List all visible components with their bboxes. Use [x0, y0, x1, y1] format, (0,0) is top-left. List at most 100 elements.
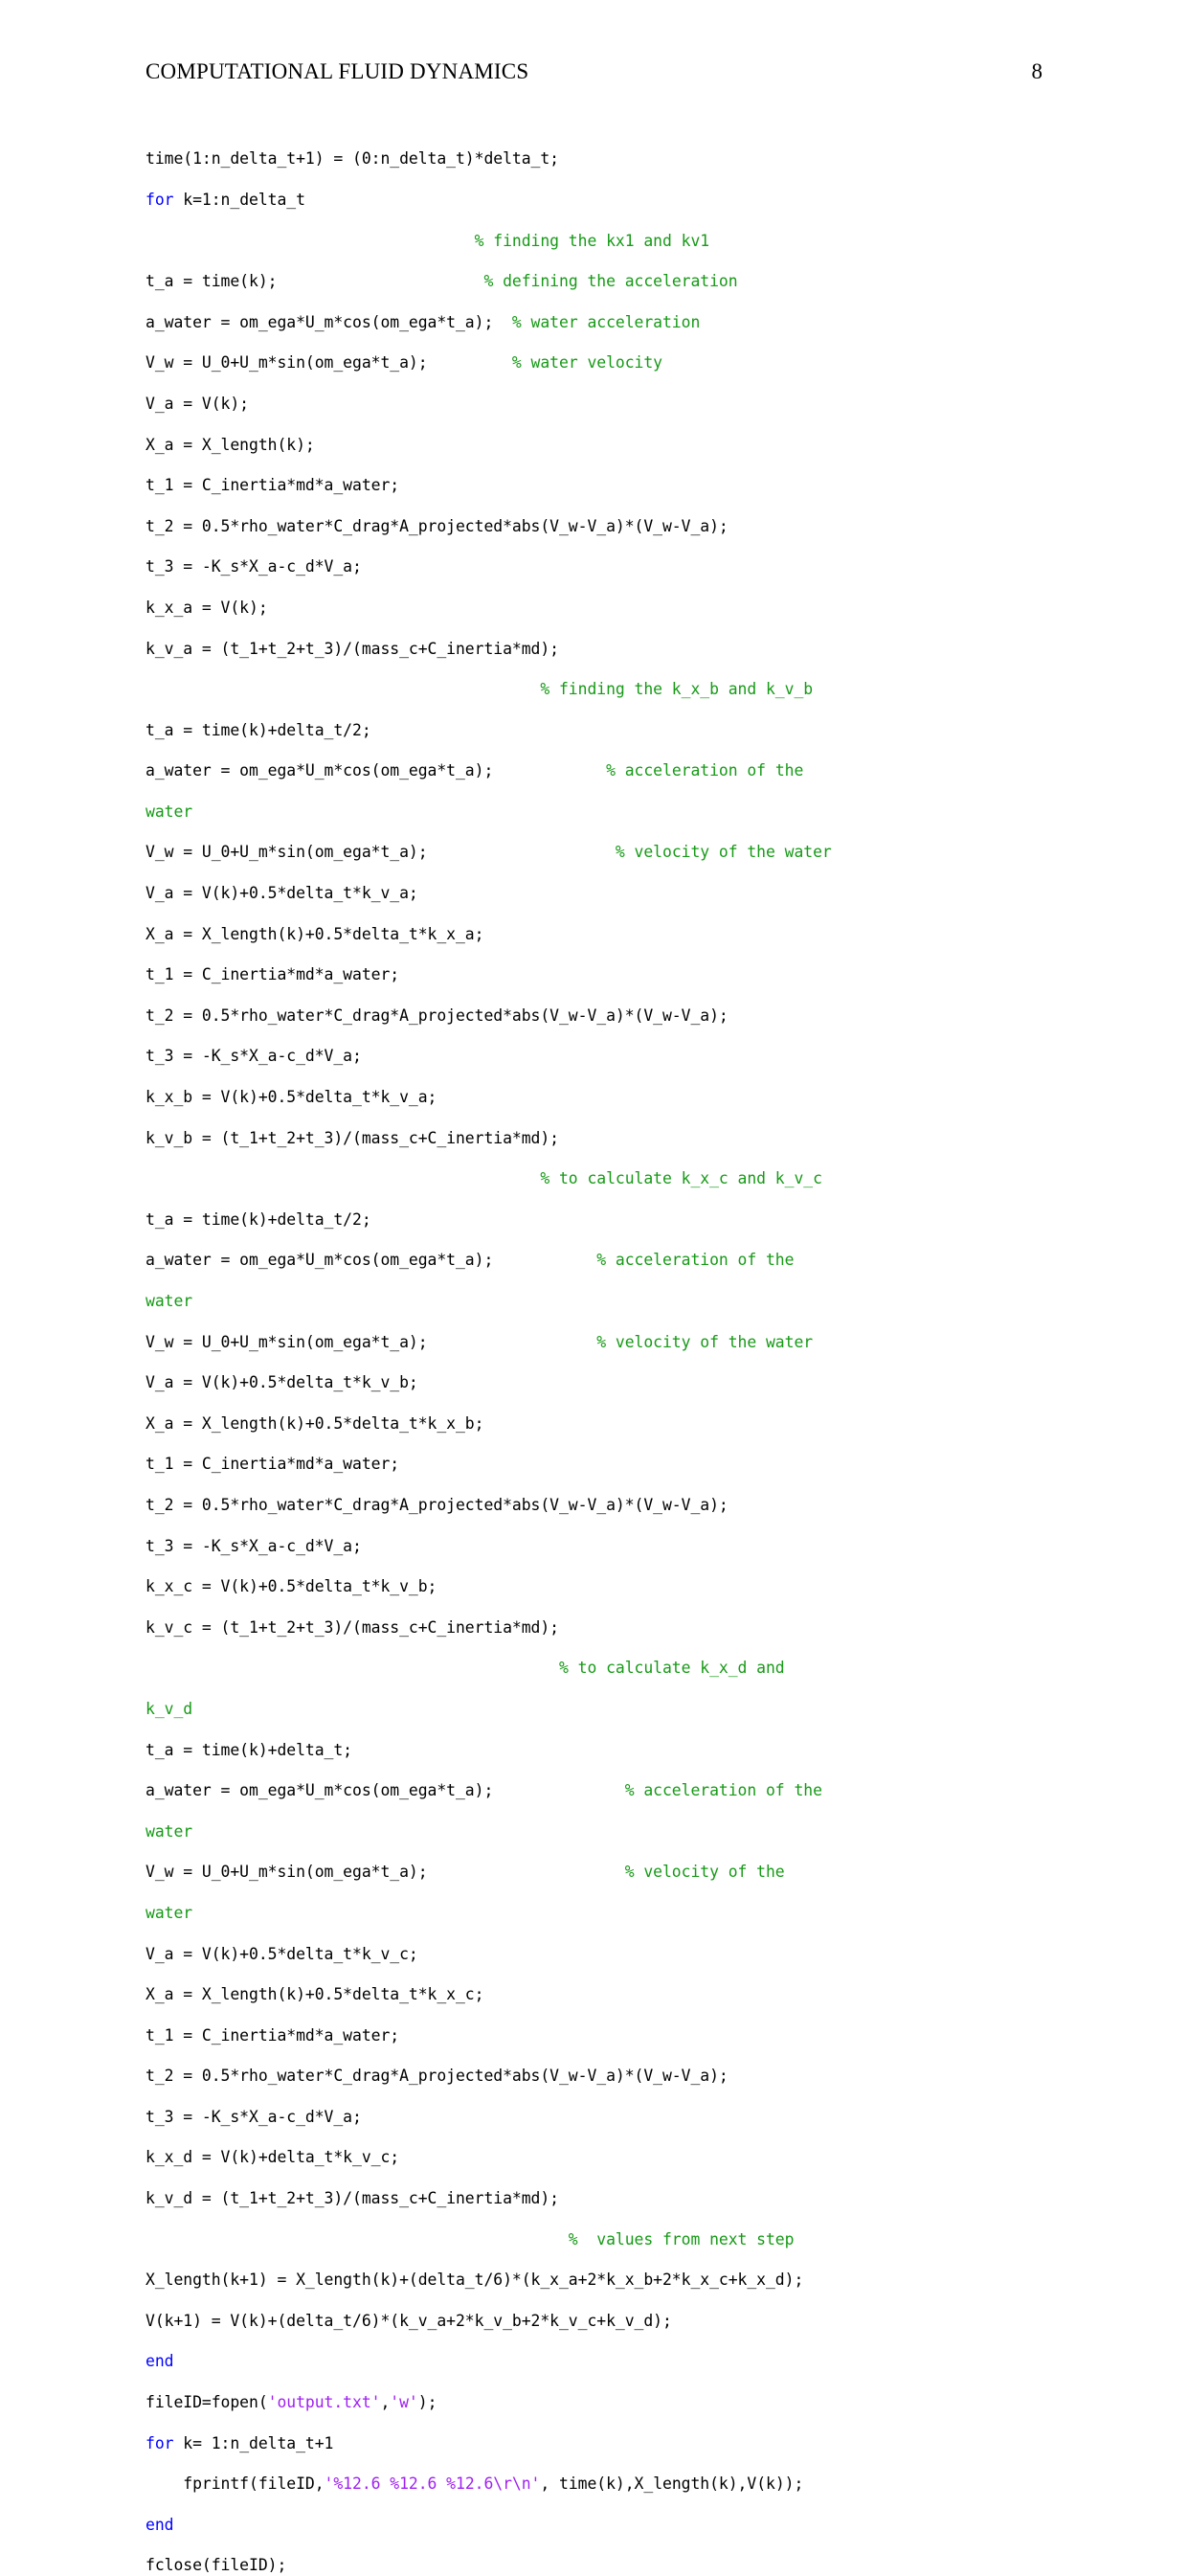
code-line: V_w = U_0+U_m*sin(om_ega*t_a); % velocit… [146, 1862, 1103, 1882]
code-line: t_2 = 0.5*rho_water*C_drag*A_projected*a… [146, 1006, 1103, 1026]
code-line: V_a = V(k)+0.5*delta_t*k_v_b; [146, 1372, 1103, 1392]
code-line: t_1 = C_inertia*md*a_water; [146, 475, 1103, 495]
code-line: a_water = om_ega*U_m*cos(om_ega*t_a); % … [146, 1250, 1103, 1270]
code-line: k_v_c = (t_1+t_2+t_3)/(mass_c+C_inertia*… [146, 1617, 1103, 1638]
code-token-cmt: % defining the acceleration [483, 272, 738, 291]
code-token-cmt: % to calculate k_x_d and [146, 1659, 785, 1678]
code-token-plain: k_x_d = V(k)+delta_t*k_v_c; [146, 2148, 400, 2167]
code-token-plain: k=1:n_delta_t [173, 190, 305, 209]
code-token-plain: t_2 = 0.5*rho_water*C_drag*A_projected*a… [146, 516, 728, 535]
code-token-plain: V_w = U_0+U_m*sin(om_ega*t_a); [146, 843, 616, 862]
code-line: t_2 = 0.5*rho_water*C_drag*A_projected*a… [146, 516, 1103, 536]
code-token-plain: X_length(k+1) = X_length(k)+(delta_t/6)*… [146, 2271, 804, 2290]
code-token-plain: t_a = time(k)+delta_t/2; [146, 720, 371, 739]
code-line: k_v_b = (t_1+t_2+t_3)/(mass_c+C_inertia*… [146, 1128, 1103, 1148]
code-line: water [146, 1291, 1103, 1311]
code-token-cmt: % finding the kx1 and kv1 [146, 231, 710, 250]
code-line: V_w = U_0+U_m*sin(om_ega*t_a); % velocit… [146, 1332, 1103, 1352]
code-line: V(k+1) = V(k)+(delta_t/6)*(k_v_a+2*k_v_b… [146, 2311, 1103, 2331]
code-token-plain: X_a = X_length(k); [146, 435, 315, 454]
code-line: k_v_a = (t_1+t_2+t_3)/(mass_c+C_inertia*… [146, 639, 1103, 659]
code-line: k_v_d [146, 1699, 1103, 1719]
code-line: % finding the kx1 and kv1 [146, 231, 1103, 251]
code-line: % to calculate k_x_c and k_v_c [146, 1168, 1103, 1188]
code-line: X_a = X_length(k)+0.5*delta_t*k_x_a; [146, 924, 1103, 944]
code-token-plain: V_a = V(k); [146, 394, 249, 413]
code-token-plain: X_a = X_length(k)+0.5*delta_t*k_x_b; [146, 1413, 484, 1433]
code-token-plain: V_a = V(k)+0.5*delta_t*k_v_c; [146, 1944, 418, 1963]
code-token-plain: t_1 = C_inertia*md*a_water; [146, 476, 400, 495]
code-token-plain: t_3 = -K_s*X_a-c_d*V_a; [146, 557, 362, 576]
document-page: COMPUTATIONAL FLUID DYNAMICS 8 time(1:n_… [0, 0, 1188, 2574]
code-line: water [146, 802, 1103, 822]
code-token-cmt: % water velocity [511, 353, 662, 373]
code-token-plain: k_v_d = (t_1+t_2+t_3)/(mass_c+C_inertia*… [146, 2189, 559, 2208]
code-token-plain: t_2 = 0.5*rho_water*C_drag*A_projected*a… [146, 1495, 728, 1514]
code-line: water [146, 1903, 1103, 1923]
code-token-plain: k_v_b = (t_1+t_2+t_3)/(mass_c+C_inertia*… [146, 1128, 559, 1147]
code-line: % to calculate k_x_d and [146, 1658, 1103, 1678]
code-line: a_water = om_ega*U_m*cos(om_ega*t_a); % … [146, 312, 1103, 332]
code-token-cmt: % acceleration of the [596, 1251, 795, 1270]
code-token-cmt: % acceleration of the [606, 761, 804, 780]
code-line: k_x_c = V(k)+0.5*delta_t*k_v_b; [146, 1576, 1103, 1596]
code-line: time(1:n_delta_t+1) = (0:n_delta_t)*delt… [146, 148, 1103, 169]
code-line: t_3 = -K_s*X_a-c_d*V_a; [146, 1046, 1103, 1066]
code-token-cmt: % velocity of the water [596, 1332, 814, 1351]
code-token-cmt: % acceleration of the [624, 1781, 822, 1800]
code-token-plain: a_water = om_ega*U_m*cos(om_ega*t_a); [146, 1781, 625, 1800]
code-line: V_a = V(k)+0.5*delta_t*k_v_c; [146, 1944, 1103, 1964]
code-token-plain: V_w = U_0+U_m*sin(om_ega*t_a); [146, 353, 512, 373]
code-token-str: 'output.txt' [267, 2393, 381, 2412]
code-token-plain: a_water = om_ega*U_m*cos(om_ega*t_a); [146, 761, 607, 780]
code-token-plain: t_a = time(k)+delta_t; [146, 1740, 352, 1759]
code-token-cmt: k_v_d [146, 1699, 193, 1718]
code-line: t_1 = C_inertia*md*a_water; [146, 1454, 1103, 1474]
code-line: fclose(fileID); [146, 2555, 1103, 2575]
code-token-kw: end [146, 2515, 174, 2534]
code-line: k_x_b = V(k)+0.5*delta_t*k_v_a; [146, 1087, 1103, 1107]
code-token-plain: V_w = U_0+U_m*sin(om_ega*t_a); [146, 1332, 597, 1351]
code-line: a_water = om_ega*U_m*cos(om_ega*t_a); % … [146, 760, 1103, 780]
code-line: fileID=fopen('output.txt','w'); [146, 2392, 1103, 2412]
code-token-plain: fprintf(fileID, [146, 2474, 325, 2494]
code-token-plain: t_3 = -K_s*X_a-c_d*V_a; [146, 1047, 362, 1066]
code-line: fprintf(fileID,'%12.6 %12.6 %12.6\r\n', … [146, 2474, 1103, 2494]
code-line: X_a = X_length(k); [146, 435, 1103, 455]
code-token-cmt: water [146, 1821, 193, 1841]
code-line: t_3 = -K_s*X_a-c_d*V_a; [146, 2107, 1103, 2127]
code-line: t_a = time(k)+delta_t/2; [146, 1209, 1103, 1230]
code-token-cmt: water [146, 802, 193, 821]
running-head-title: COMPUTATIONAL FLUID DYNAMICS [146, 59, 529, 83]
code-token-plain: t_a = time(k); [146, 272, 484, 291]
code-line: X_a = X_length(k)+0.5*delta_t*k_x_c; [146, 1984, 1103, 2004]
code-line: t_3 = -K_s*X_a-c_d*V_a; [146, 1536, 1103, 1556]
code-line: end [146, 2515, 1103, 2535]
code-token-plain: fileID=fopen( [146, 2393, 268, 2412]
code-token-plain: ); [417, 2393, 437, 2412]
code-line: a_water = om_ega*U_m*cos(om_ega*t_a); % … [146, 1780, 1103, 1800]
code-line: k_x_d = V(k)+delta_t*k_v_c; [146, 2147, 1103, 2167]
code-token-plain: fclose(fileID); [146, 2556, 287, 2575]
page-number: 8 [1031, 59, 1043, 83]
code-line: for k= 1:n_delta_t+1 [146, 2433, 1103, 2453]
code-token-plain: a_water = om_ega*U_m*cos(om_ega*t_a); [146, 312, 512, 331]
code-token-kw: for [146, 190, 174, 209]
code-token-plain: t_1 = C_inertia*md*a_water; [146, 2025, 400, 2045]
code-line: X_a = X_length(k)+0.5*delta_t*k_x_b; [146, 1413, 1103, 1434]
code-line: t_3 = -K_s*X_a-c_d*V_a; [146, 556, 1103, 576]
code-token-plain: k_v_a = (t_1+t_2+t_3)/(mass_c+C_inertia*… [146, 639, 559, 658]
code-token-str: 'w' [390, 2393, 418, 2412]
code-line: t_1 = C_inertia*md*a_water; [146, 2025, 1103, 2045]
code-token-plain: t_3 = -K_s*X_a-c_d*V_a; [146, 1536, 362, 1555]
code-line: V_w = U_0+U_m*sin(om_ega*t_a); % water v… [146, 352, 1103, 373]
code-line: t_1 = C_inertia*md*a_water; [146, 964, 1103, 984]
code-token-plain: t_a = time(k)+delta_t/2; [146, 1209, 371, 1229]
code-token-plain: a_water = om_ega*U_m*cos(om_ega*t_a); [146, 1251, 597, 1270]
code-token-kw: for [146, 2433, 174, 2452]
code-token-plain: k_x_c = V(k)+0.5*delta_t*k_v_b; [146, 1577, 437, 1596]
code-token-plain: k_v_c = (t_1+t_2+t_3)/(mass_c+C_inertia*… [146, 1617, 559, 1637]
code-token-plain: V_a = V(k)+0.5*delta_t*k_v_a; [146, 884, 418, 903]
code-line: X_length(k+1) = X_length(k)+(delta_t/6)*… [146, 2270, 1103, 2290]
code-token-plain: t_1 = C_inertia*md*a_water; [146, 1455, 400, 1474]
